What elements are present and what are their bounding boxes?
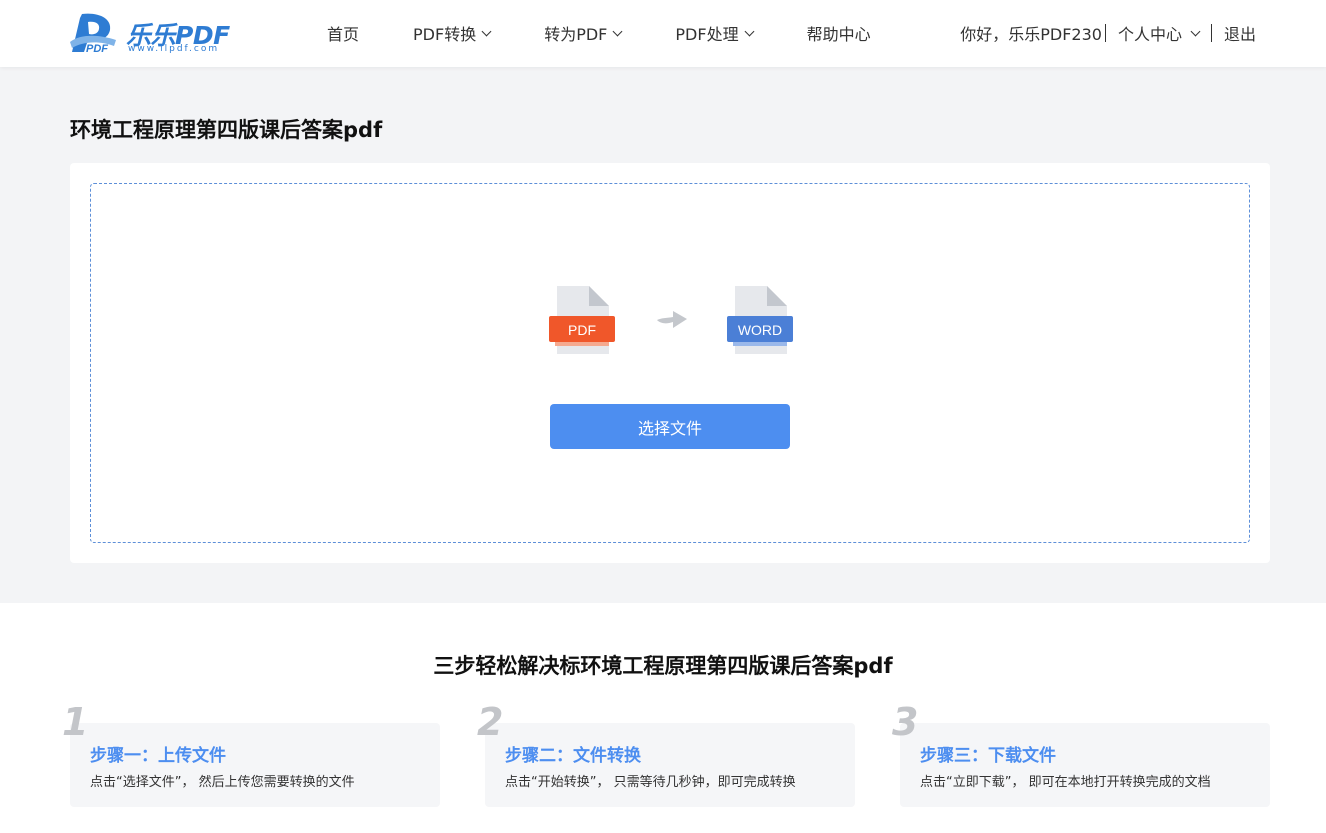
logo-url: www.llpdf.com <box>128 44 220 54</box>
step-card-1: 1 步骤一：上传文件 点击“选择文件”， 然后上传您需要转换的文件 <box>62 703 440 807</box>
svg-text:PDF: PDF <box>86 43 108 54</box>
nav-home-label: 首页 <box>327 25 360 44</box>
nav-pdf-process[interactable]: PDF处理 <box>675 20 755 46</box>
steps-title: 三步轻松解决标环境工程原理第四版课后答案pdf <box>433 654 893 678</box>
steps-section: 三步轻松解决标环境工程原理第四版课后答案pdf 1 步骤一：上传文件 点击“选择… <box>0 603 1326 833</box>
chevron-down-icon <box>1190 26 1201 36</box>
nav-home[interactable]: 首页 <box>327 20 359 46</box>
chevron-down-icon <box>744 26 755 36</box>
nav-help-label: 帮助中心 <box>806 25 871 44</box>
logout-link[interactable]: 退出 <box>1224 21 1256 45</box>
upload-card: PDF WORD 选择文件 <box>70 163 1270 563</box>
nav-pdf-convert-label: PDF转换 <box>413 25 477 44</box>
pdf-label: PDF <box>568 322 596 338</box>
step-number: 3 <box>892 700 919 744</box>
step-description: 点击“选择文件”， 然后上传您需要转换的文件 <box>90 775 355 790</box>
nav-to-pdf[interactable]: 转为PDF <box>544 20 623 46</box>
nav-pdf-convert[interactable]: PDF转换 <box>413 20 492 46</box>
nav-help[interactable]: 帮助中心 <box>807 20 871 46</box>
step-number: 1 <box>62 700 89 744</box>
nav-pdf-process-label: PDF处理 <box>675 25 739 44</box>
user-center-menu[interactable]: 个人中心 <box>1117 21 1201 45</box>
site-logo[interactable]: PDF 乐乐PDF www.llpdf.com <box>68 12 238 56</box>
divider <box>1210 24 1212 42</box>
user-area: 你好，乐乐PDF230 个人中心 退出 <box>960 20 1256 46</box>
page-title: 环境工程原理第四版课后答案pdf <box>70 118 383 142</box>
file-dropzone[interactable]: PDF WORD 选择文件 <box>90 183 1250 543</box>
step-description: 点击“立即下载”， 即可在本地打开转换完成的文档 <box>920 775 1211 790</box>
select-file-button[interactable]: 选择文件 <box>550 404 790 449</box>
step-card-2: 2 步骤二：文件转换 点击“开始转换”， 只需等待几秒钟，即可完成转换 <box>477 703 855 807</box>
arrow-right-icon <box>657 311 687 328</box>
step-number: 2 <box>477 700 504 744</box>
chevron-down-icon <box>481 26 492 36</box>
step-description: 点击“开始转换”， 只需等待几秒钟，即可完成转换 <box>505 775 796 790</box>
pdf-file-icon: PDF <box>549 286 615 354</box>
top-header: PDF 乐乐PDF www.llpdf.com 首页 PDF转换 转为PDF P… <box>0 0 1326 67</box>
user-center-label: 个人中心 <box>1117 25 1182 44</box>
step-heading: 步骤二：文件转换 <box>505 746 641 766</box>
logo-icon: PDF <box>70 13 116 54</box>
main-nav: 首页 PDF转换 转为PDF PDF处理 帮助中心 <box>327 20 925 46</box>
step-heading: 步骤一：上传文件 <box>90 746 226 766</box>
divider <box>1104 24 1106 42</box>
word-file-icon: WORD <box>727 286 793 354</box>
step-heading: 步骤三：下载文件 <box>920 746 1056 766</box>
nav-to-pdf-label: 转为PDF <box>544 25 608 44</box>
step-card-3: 3 步骤三：下载文件 点击“立即下载”， 即可在本地打开转换完成的文档 <box>892 703 1270 807</box>
word-label: WORD <box>738 322 782 338</box>
user-greeting: 你好，乐乐PDF230 <box>960 25 1102 44</box>
chevron-down-icon <box>612 26 623 36</box>
